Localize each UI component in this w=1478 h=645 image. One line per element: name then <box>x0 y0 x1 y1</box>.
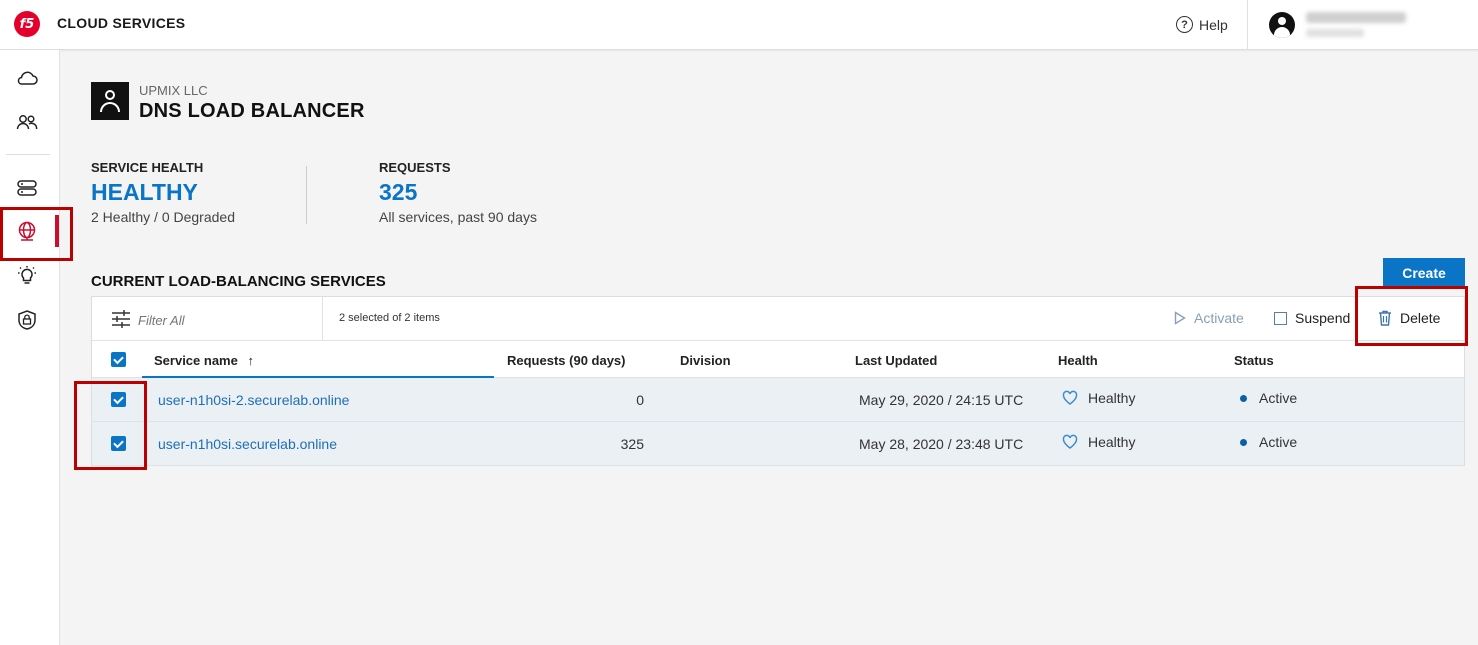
status-cell: Active <box>1259 390 1298 406</box>
play-icon <box>1174 311 1186 325</box>
heart-icon <box>1062 434 1078 449</box>
highlight-nav-dns <box>0 207 73 261</box>
help-label: Help <box>1199 16 1228 33</box>
column-division[interactable]: Division <box>680 353 731 368</box>
sidebar-separator <box>6 154 50 155</box>
status-dot <box>1240 439 1247 446</box>
filter-input[interactable] <box>138 313 298 328</box>
create-button[interactable]: Create <box>1383 258 1465 288</box>
table-row[interactable]: user-n1h0si-2.securelab.online 0 May 29,… <box>92 378 1464 422</box>
column-service-name-label: Service name <box>154 353 238 368</box>
table-row[interactable]: user-n1h0si.securelab.online 325 May 28,… <box>92 422 1464 466</box>
service-name-link[interactable]: user-n1h0si.securelab.online <box>158 436 337 452</box>
lightbulb-icon[interactable] <box>15 264 39 288</box>
service-name-link[interactable]: user-n1h0si-2.securelab.online <box>158 392 349 408</box>
requests-cell: 325 <box>620 436 644 452</box>
activate-label: Activate <box>1194 310 1244 326</box>
service-health-sub: 2 Healthy / 0 Degraded <box>91 209 235 225</box>
sort-ascending-icon: ↑ <box>247 353 254 368</box>
toolbar-divider <box>322 297 323 341</box>
top-bar: f5 CLOUD SERVICES ? Help <box>0 0 1478 50</box>
status-cell: Active <box>1259 434 1298 450</box>
service-health-value: HEALTHY <box>91 179 198 205</box>
section-title: CURRENT LOAD-BALANCING SERVICES <box>91 273 386 290</box>
health-cell: Healthy <box>1088 434 1136 450</box>
help-link[interactable]: ? Help <box>1176 16 1228 33</box>
header-divider <box>1247 0 1248 50</box>
column-status[interactable]: Status <box>1234 353 1274 368</box>
status-dot <box>1240 395 1247 402</box>
column-requests[interactable]: Requests (90 days) <box>507 353 626 368</box>
avatar[interactable] <box>1269 12 1295 38</box>
column-service-name[interactable]: Service name ↑ <box>154 353 254 368</box>
last-updated-cell: May 28, 2020 / 23:48 UTC <box>859 436 1024 452</box>
cloud-icon[interactable] <box>15 66 39 90</box>
suspend-button[interactable]: Suspend <box>1274 310 1350 326</box>
health-cell: Healthy <box>1088 390 1136 406</box>
suspend-label: Suspend <box>1295 310 1351 326</box>
sidebar <box>0 50 60 645</box>
activate-button[interactable]: Activate <box>1174 310 1244 326</box>
filter-icon[interactable] <box>110 308 132 330</box>
help-icon: ? <box>1176 16 1193 33</box>
highlight-row-checkboxes <box>74 381 147 470</box>
user-org-blurred <box>1306 29 1364 37</box>
requests-cell: 0 <box>636 392 644 408</box>
column-health[interactable]: Health <box>1058 353 1098 368</box>
security-icon[interactable] <box>15 308 39 332</box>
services-table: 2 selected of 2 items Activate Suspend D… <box>91 296 1465 466</box>
last-updated-cell: May 29, 2020 / 24:15 UTC <box>859 392 1024 408</box>
app-title: CLOUD SERVICES <box>57 15 186 31</box>
highlight-delete <box>1355 286 1468 346</box>
heart-icon <box>1062 390 1078 405</box>
users-icon[interactable] <box>15 110 39 134</box>
requests-sub: All services, past 90 days <box>379 209 537 225</box>
f5-logo[interactable]: f5 <box>14 11 40 37</box>
page-title: DNS LOAD BALANCER <box>139 100 365 122</box>
selected-info: 2 selected of 2 items <box>339 312 440 324</box>
column-last-updated[interactable]: Last Updated <box>855 353 937 368</box>
servers-icon[interactable] <box>15 176 39 200</box>
service-avatar-icon <box>91 82 129 120</box>
select-all-checkbox[interactable] <box>111 352 126 367</box>
user-name-blurred <box>1306 12 1406 23</box>
table-header: Service name ↑ Requests (90 days) Divisi… <box>92 341 1464 378</box>
requests-label: REQUESTS <box>379 160 451 175</box>
table-toolbar: 2 selected of 2 items Activate Suspend D… <box>92 297 1464 341</box>
service-health-label: SERVICE HEALTH <box>91 160 204 175</box>
requests-value: 325 <box>379 179 418 205</box>
logo-text: f5 <box>19 16 35 32</box>
stats-divider <box>306 166 307 224</box>
org-name: UPMIX LLC <box>139 83 208 98</box>
stop-icon <box>1274 311 1287 325</box>
